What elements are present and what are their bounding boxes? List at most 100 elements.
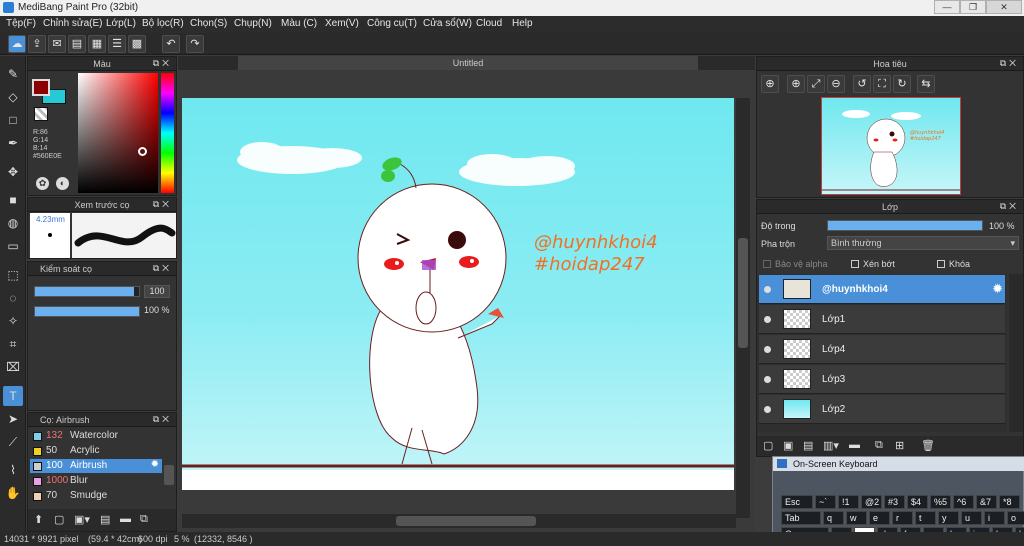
fullscreen-icon[interactable]: ⛶ <box>873 75 891 93</box>
duplicate-layer-icon[interactable]: ⧉ <box>875 439 883 452</box>
menu-edit[interactable]: Chỉnh sửa(E) <box>43 18 103 29</box>
merge-layer-icon[interactable]: ⊞ <box>895 439 904 452</box>
add-layer-menu-icon[interactable]: ▥▾ <box>823 439 839 452</box>
layer-row[interactable]: Lớp2 <box>759 395 1005 424</box>
panel-float-close-icon[interactable]: ⧉✕ <box>153 263 172 274</box>
key-char[interactable]: #3 <box>884 495 905 509</box>
panel-float-close-icon[interactable]: ⧉✕ <box>153 199 172 210</box>
key-char[interactable]: *8 <box>999 495 1020 509</box>
panel-float-close-icon[interactable]: ⧉✕ <box>153 414 172 425</box>
eraser-tool-icon[interactable]: ◇ <box>3 87 23 107</box>
menu-file[interactable]: Tệp(F) <box>6 18 36 29</box>
brush-duplicate-icon[interactable]: ⧉ <box>140 513 148 526</box>
flip-icon[interactable]: ⇆ <box>917 75 935 93</box>
menu-capture[interactable]: Chụp(N) <box>234 18 272 29</box>
hue-slider[interactable] <box>161 73 174 193</box>
layer-list-scrollbar[interactable] <box>1009 274 1023 432</box>
brush-doc-icon[interactable]: ▤ <box>100 513 110 526</box>
visibility-icon[interactable] <box>764 286 771 293</box>
grid-icon[interactable]: ▩ <box>128 35 146 53</box>
brush-new-icon[interactable]: ▢ <box>54 513 64 526</box>
menu-cloud[interactable]: Cloud <box>476 18 502 29</box>
key-char[interactable]: q <box>823 511 844 525</box>
menu-layer[interactable]: Lớp(L) <box>106 18 136 29</box>
key-esc[interactable]: Esc <box>781 495 813 509</box>
brush-item[interactable]: 50 Acrylic <box>30 444 162 458</box>
menu-help[interactable]: Help <box>512 18 533 29</box>
brush-item[interactable]: 70 Smudge <box>30 489 162 503</box>
folder-icon[interactable]: ▬ <box>849 439 860 451</box>
key-char[interactable]: t <box>915 511 936 525</box>
lasso-tool-icon[interactable]: ◌ <box>3 288 23 308</box>
chat-icon[interactable]: ▤ <box>68 35 86 53</box>
brush-item-selected[interactable]: 100 Airbrush ✹ <box>30 459 162 473</box>
comment-icon[interactable]: ✉ <box>48 35 66 53</box>
brush-folder-icon[interactable]: ▬ <box>120 513 131 525</box>
key-char[interactable]: !1 <box>838 495 859 509</box>
redo-icon[interactable]: ↷ <box>186 35 204 53</box>
key-char[interactable]: @2 <box>861 495 882 509</box>
zoom-fit-icon[interactable]: ⊕ <box>761 75 779 93</box>
select-pen-icon[interactable]: ⌗ <box>3 334 23 354</box>
canvas-vertical-scrollbar[interactable] <box>736 98 750 518</box>
brush-add-icon[interactable]: ⬆ <box>34 513 43 526</box>
picker-cursor[interactable] <box>138 147 147 156</box>
maximize-button[interactable]: ❐ <box>960 0 986 14</box>
key-char[interactable]: e <box>869 511 890 525</box>
layer-row[interactable]: Lớp4 <box>759 335 1005 364</box>
rotate-left-icon[interactable]: ↺ <box>853 75 871 93</box>
key-char[interactable]: ^6 <box>953 495 974 509</box>
gear-icon[interactable]: ✹ <box>992 281 1003 297</box>
brush-size-value[interactable]: 100 <box>144 285 170 298</box>
layer-row[interactable]: Lớp1 <box>759 305 1005 334</box>
document-icon[interactable]: ▦ <box>88 35 106 53</box>
brush-item[interactable]: 132 Watercolor <box>30 429 162 443</box>
pen-tool-icon[interactable]: ✒ <box>3 133 23 153</box>
zoom-out-icon[interactable]: ⊖ <box>827 75 845 93</box>
panel-float-close-icon[interactable]: ⧉✕ <box>1000 58 1019 69</box>
key-char[interactable]: ~` <box>815 495 836 509</box>
cloud-icon[interactable]: ☁ <box>8 35 26 53</box>
canvas-horizontal-scrollbar[interactable] <box>182 514 736 528</box>
menu-window[interactable]: Cửa sổ(W) <box>423 18 472 29</box>
menu-tools[interactable]: Công cụ(T) <box>367 18 417 29</box>
blend-mode-select[interactable]: Bình thường ▾ <box>827 236 1019 250</box>
key-char[interactable]: u <box>961 511 982 525</box>
fill-rect-tool-icon[interactable]: ■ <box>3 190 23 210</box>
visibility-icon[interactable] <box>764 346 771 353</box>
palette-icon[interactable]: ◐ <box>56 177 69 190</box>
key-char[interactable]: i <box>984 511 1005 525</box>
brush-item[interactable]: 1000 Blur <box>30 474 162 488</box>
key-tab[interactable]: Tab <box>781 511 821 525</box>
menu-color[interactable]: Màu (C) <box>281 18 317 29</box>
fit-window-icon[interactable]: ⤢ <box>807 75 825 93</box>
new-8bit-layer-icon[interactable]: ▤ <box>803 439 813 452</box>
menu-select[interactable]: Chọn(S) <box>190 18 227 29</box>
hand-tool-icon[interactable]: ✋ <box>3 483 23 503</box>
move-tool-icon[interactable]: ✥ <box>3 162 23 182</box>
brush-opacity-slider[interactable] <box>34 306 140 317</box>
rectangle-tool-icon[interactable]: □ <box>3 110 23 130</box>
brush-tool-icon[interactable]: ✎ <box>3 64 23 84</box>
panel-float-close-icon[interactable]: ⧉✕ <box>153 58 172 69</box>
key-char[interactable]: o <box>1007 511 1024 525</box>
new-layer-icon[interactable]: ▢ <box>763 439 773 452</box>
key-char[interactable]: $4 <box>907 495 928 509</box>
bucket-tool-icon[interactable]: ◍ <box>3 213 23 233</box>
delete-layer-icon[interactable]: 🗑 <box>921 439 935 452</box>
vscroll-thumb[interactable] <box>738 238 748 348</box>
panel-float-close-icon[interactable]: ⧉✕ <box>1000 201 1019 212</box>
undo-icon[interactable]: ↶ <box>162 35 180 53</box>
select-rect-icon[interactable]: ⬚ <box>3 265 23 285</box>
text-tool-icon[interactable]: T <box>3 386 23 406</box>
drawing-canvas[interactable]: @huynhkhoi4 #hoidap247 <box>182 98 734 490</box>
minimize-button[interactable]: — <box>934 0 960 14</box>
key-char[interactable]: r <box>892 511 913 525</box>
brush-list-scrollbar[interactable] <box>164 465 174 485</box>
operation-tool-icon[interactable]: ➤ <box>3 409 23 429</box>
divide-tool-icon[interactable]: ⟋ <box>3 432 23 452</box>
key-char[interactable]: y <box>938 511 959 525</box>
list-icon[interactable]: ☰ <box>108 35 126 53</box>
key-char[interactable]: w <box>846 511 867 525</box>
transparent-swatch[interactable] <box>34 107 48 121</box>
